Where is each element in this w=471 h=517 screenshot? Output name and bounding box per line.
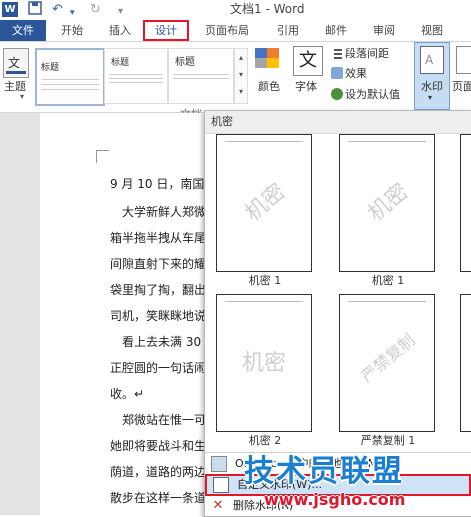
style-sample-heading: 标题 [111,58,130,68]
header-line [348,301,426,302]
doc-line: 正腔圆的一句话闹 [110,361,207,375]
doc-line: 收。↵ [110,387,145,401]
tab-file[interactable]: 文件 [0,20,46,41]
effects-label[interactable]: 效果 [345,67,367,81]
paragraph-spacing-label[interactable]: 段落间距 [345,47,389,61]
watermark-section-header: 机密 [205,111,471,134]
save-icon[interactable] [28,1,42,21]
watermark-caption: 机密 1 [371,274,405,287]
style-line [41,79,99,80]
style-sample-title-2: 标题 [175,57,195,68]
window-title: 文档1 - Word [230,2,305,16]
doc-line: 看上去未满 30 岁 [122,335,217,349]
tab-view[interactable]: 视图 [414,20,450,41]
doc-line: 间隙直射下来的耀 [110,257,207,271]
watermark-option-do-not-copy-1[interactable]: 严禁复制 [339,294,435,432]
header-line [348,141,426,142]
watermark-option-confidential-2[interactable]: 机密 [216,294,312,432]
effects-icon[interactable] [331,67,343,79]
style-sample-title: 标题 [41,63,60,73]
style-line [173,78,229,79]
fonts-label: 字体 [295,80,317,93]
tab-mailings[interactable]: 邮件 [318,20,354,41]
style-set-1[interactable]: 标题 [35,48,105,106]
paragraph-spacing-icon[interactable] [331,48,343,60]
doc-line: 9 月 10 日，南国的 [110,177,217,191]
doc-line: 袋里掏了掏，翻出 [110,283,207,297]
style-line [173,74,229,75]
section-label: 机密 [211,115,233,128]
set-default-icon[interactable] [331,88,343,100]
doc-line: 大学新鲜人郑微 [122,205,207,219]
watermark-option-partial[interactable] [460,294,471,432]
svg-text:文: 文 [8,55,20,70]
margin-corner-mark [96,150,109,163]
themes-icon[interactable]: 文 [3,48,29,78]
watermark-option-partial[interactable] [460,134,471,272]
style-line [41,84,99,85]
style-line [109,82,163,83]
gallery-scroll[interactable]: ▴ ▾ ▾ [234,48,248,104]
doc-line: 郑微站在惟一可 [122,413,207,427]
style-line [41,89,99,90]
themes-dropdown-icon[interactable]: ▾ [20,92,24,101]
set-default-label[interactable]: 设为默认值 [345,88,400,102]
colors-icon[interactable] [253,46,283,72]
style-line [109,78,163,79]
header-line [225,301,303,302]
style-set-3[interactable]: 标题 [168,48,234,104]
tab-home[interactable]: 开始 [52,20,92,41]
colors-label: 颜色 [258,80,280,93]
doc-line: 散步在这样一条道 [110,491,207,505]
watermark-option-confidential-1[interactable]: 机密 [216,134,312,272]
watermark-preview-text: 机密 [363,179,414,227]
watermark-preview-text: 机密 [240,179,291,227]
style-line [109,74,163,75]
page-color-icon[interactable] [456,46,471,74]
watermark-option-confidential-1b[interactable]: 机密 [339,134,435,272]
tab-references[interactable]: 引用 [270,20,306,41]
tab-design[interactable]: 设计 [143,20,189,41]
redo-icon[interactable]: ↻ [90,1,101,19]
tab-review[interactable]: 审阅 [366,20,402,41]
doc-line: 荫道，道路的两边 [110,465,207,479]
watermark-preview-text: 机密 [241,351,286,376]
site-watermark-url: www.jsgho.com [264,490,406,509]
word-logo-icon: W [2,2,18,17]
watermark-caption: 机密 1 [248,274,282,287]
remove-watermark-icon: ✕ [212,498,224,513]
style-set-2[interactable]: 标题 [104,48,168,104]
watermark-label: 水印 [421,80,443,93]
tab-insert[interactable]: 插入 [100,20,140,41]
doc-line: 司机，笑眯眯地说 [110,309,207,323]
tab-page-layout[interactable]: 页面布局 [198,20,256,41]
site-watermark-title: 技术员联盟 [244,454,404,489]
svg-text:A: A [425,53,434,67]
doc-line: 箱半拖半拽从车尾 [110,231,207,245]
header-line [225,141,303,142]
undo-icon[interactable]: ↶ [52,1,63,19]
doc-line: 她即将要战斗和生 [110,439,207,453]
page-color-label[interactable]: 页面 [452,80,471,94]
watermark-dropdown-icon: ▾ [428,93,433,102]
watermark-icon: A [420,46,444,74]
customize-qat-icon[interactable]: ▾ [118,3,123,21]
fonts-icon[interactable]: 文 [293,46,323,76]
watermark-preview-text: 严禁复制 [357,330,419,387]
site-watermark: 技术员联盟 www.jsgho.com [224,446,469,515]
